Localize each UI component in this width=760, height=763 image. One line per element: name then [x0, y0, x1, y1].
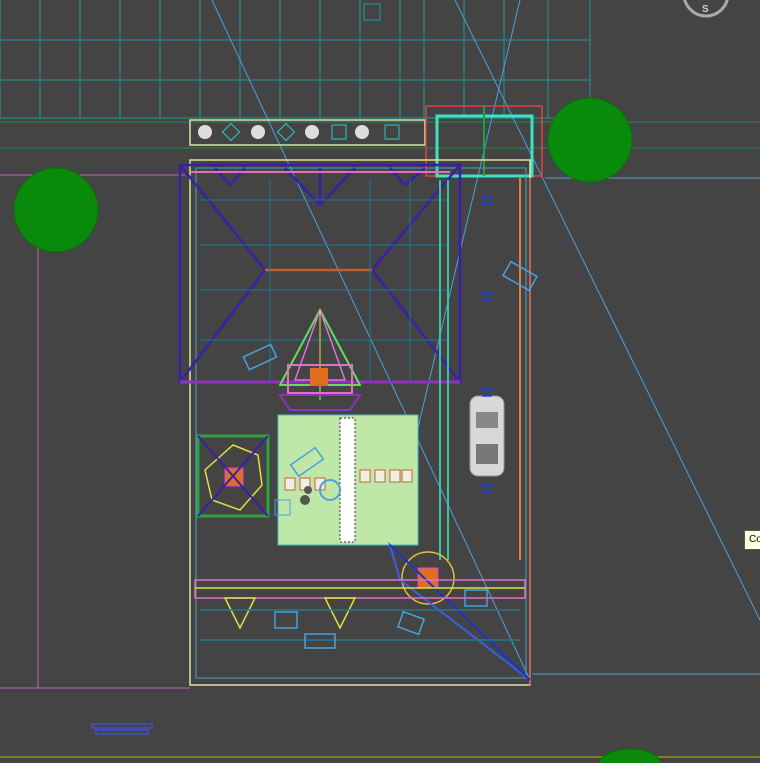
left-gazebo[interactable] [196, 434, 270, 518]
compass-icon[interactable]: S [683, 0, 729, 18]
light-icon[interactable] [388, 541, 531, 681]
grid-marker [363, 3, 381, 21]
front-planter [189, 119, 426, 146]
pyramid-feature[interactable] [278, 307, 362, 411]
car-icon[interactable] [469, 395, 505, 477]
property-lines [0, 174, 190, 689]
top-viewport[interactable]: S Co [0, 0, 760, 763]
back-terrace [194, 579, 526, 641]
tooltip: Co [744, 530, 760, 550]
scene-canvas[interactable]: S [0, 0, 760, 763]
compass-label: S [702, 4, 709, 15]
site-grid [0, 0, 760, 149]
step-object [91, 723, 153, 735]
courtyard-lawn[interactable] [274, 414, 419, 546]
